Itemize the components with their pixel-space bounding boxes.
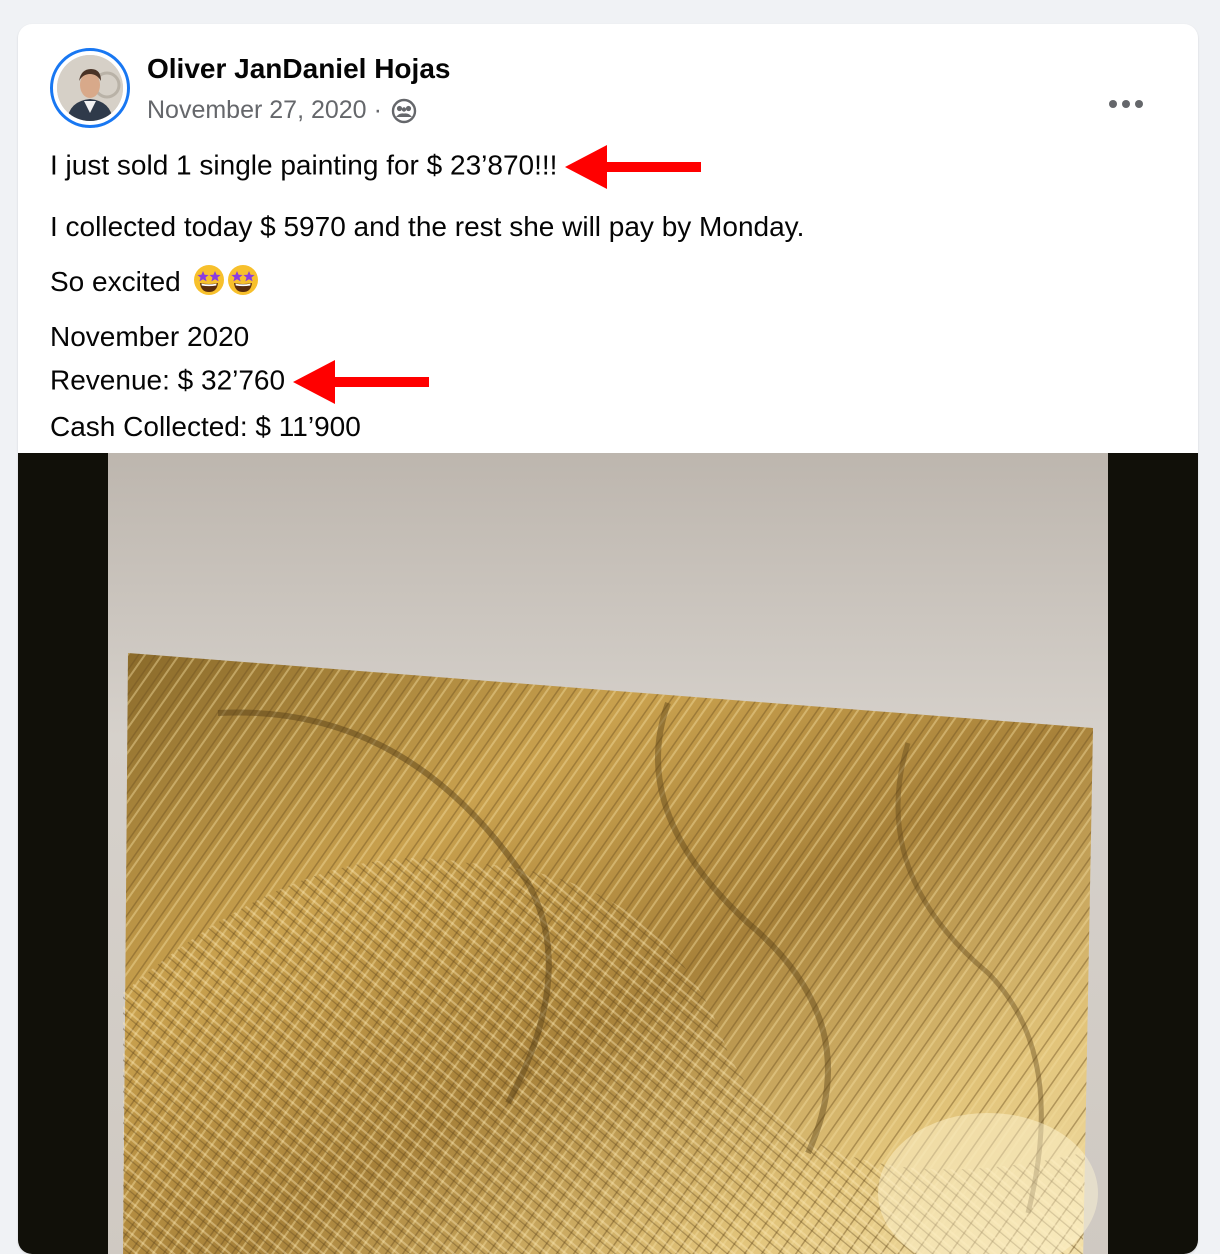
red-arrow-annotation: [293, 360, 430, 404]
post-text-line: Revenue: $ 32’760: [50, 357, 1166, 407]
post-photo-frame[interactable]: [18, 453, 1198, 1254]
cash-collected-text: Cash Collected: $ 11’900: [50, 411, 361, 442]
post-text-line: November 2020: [50, 317, 1166, 357]
revenue-text: Revenue: $ 32’760: [50, 364, 286, 396]
star-struck-emoji: [193, 265, 224, 295]
month-text: November 2020: [50, 321, 250, 352]
author-name[interactable]: Oliver JanDaniel Hojas: [147, 53, 450, 85]
meta-separator: ·: [373, 96, 382, 124]
post-text-line: Cash Collected: $ 11’900: [50, 407, 1166, 447]
post-text-line: I just sold 1 single painting for $ 23’8…: [50, 142, 1166, 192]
gold-painting-photo[interactable]: [108, 453, 1108, 1254]
excited-text: So excited: [50, 266, 181, 297]
post-date[interactable]: November 27, 2020: [147, 96, 367, 125]
post-meta: November 27, 2020 ·: [147, 96, 417, 125]
star-struck-emoji: [227, 265, 258, 295]
more-options-icon[interactable]: [1102, 84, 1150, 124]
post-text-line: I collected today $ 5970 and the rest sh…: [50, 207, 1166, 247]
collected-text: I collected today $ 5970 and the rest sh…: [50, 211, 805, 242]
avatar[interactable]: [50, 48, 130, 128]
red-arrow-annotation: [565, 145, 702, 189]
avatar-photo: [57, 55, 123, 121]
post-header: Oliver JanDaniel Hojas November 27, 2020…: [50, 48, 1166, 128]
friends-icon[interactable]: [391, 98, 417, 124]
post-card: Oliver JanDaniel Hojas November 27, 2020…: [18, 24, 1198, 1254]
post-text-line: So excited: [50, 262, 1166, 302]
post-body: I just sold 1 single painting for $ 23’8…: [50, 142, 1166, 447]
sale-text: I just sold 1 single painting for $ 23’8…: [50, 149, 558, 181]
